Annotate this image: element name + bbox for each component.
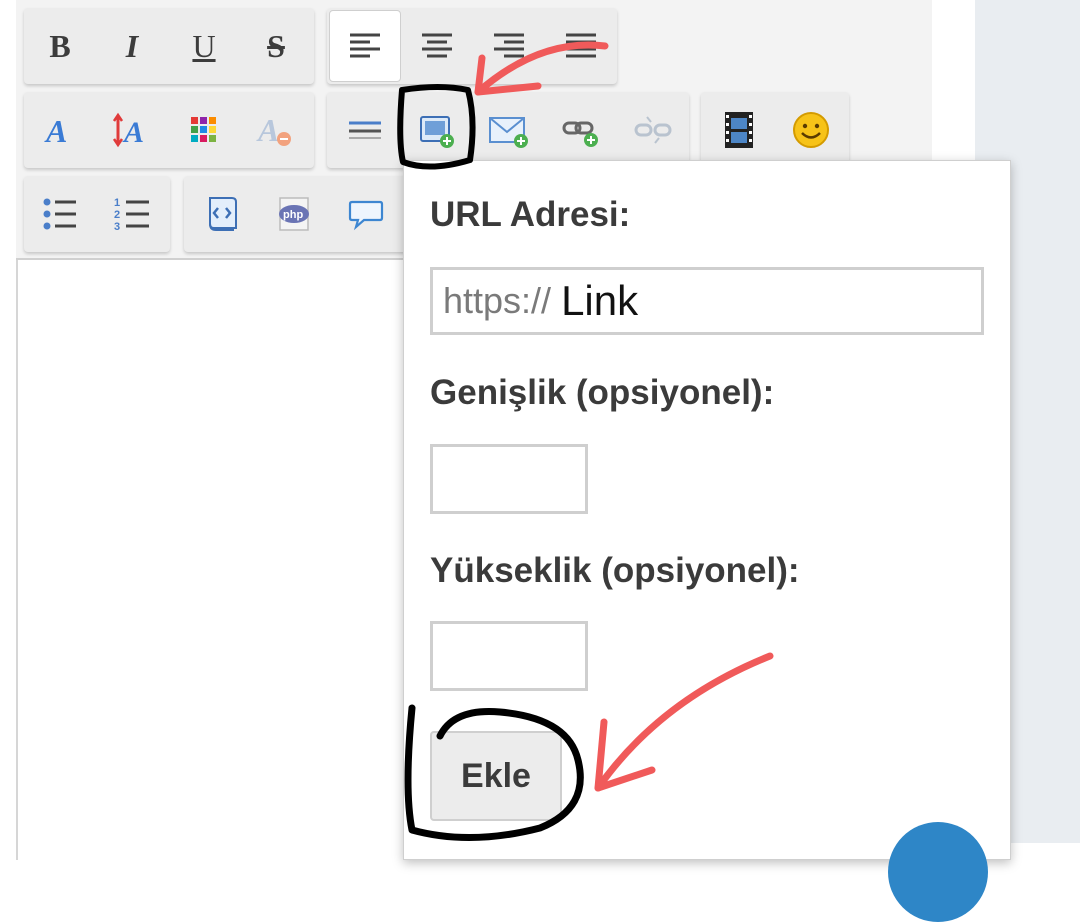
svg-text:1: 1 <box>114 197 120 209</box>
php-button[interactable]: php <box>258 178 330 250</box>
text-style-group: B I U S <box>24 8 314 84</box>
width-label: Genişlik (opsiyonel): <box>430 373 775 412</box>
svg-text:php: php <box>283 209 303 221</box>
numbered-list-icon: 123 <box>114 197 149 232</box>
insert-image-button[interactable] <box>401 94 473 166</box>
quote-icon <box>348 200 384 231</box>
italic-icon: I <box>125 27 139 64</box>
remove-format-icon: A <box>256 112 291 148</box>
alignment-group <box>327 8 617 84</box>
horizontal-rule-icon <box>349 121 381 139</box>
font-size-icon: A <box>112 112 144 148</box>
php-icon: php <box>279 197 309 231</box>
url-value: Link <box>561 277 639 324</box>
insert-link-icon <box>562 121 598 147</box>
horizontal-rule-button[interactable] <box>329 94 401 166</box>
insert-smiley-button[interactable] <box>775 94 847 166</box>
list-tools-group: 123 <box>24 176 170 252</box>
justify-icon <box>566 33 596 58</box>
font-color-button[interactable] <box>168 94 240 166</box>
svg-text:A: A <box>256 112 279 148</box>
svg-text:3: 3 <box>114 221 120 232</box>
italic-button[interactable]: I <box>96 10 168 82</box>
url-prefix: https:// <box>443 280 552 321</box>
svg-text:A: A <box>44 113 67 147</box>
insert-email-icon <box>489 117 528 148</box>
insert-email-button[interactable] <box>473 94 545 166</box>
bulleted-list-icon <box>43 198 76 230</box>
code-icon <box>209 197 237 231</box>
insert-image-dialog: URL Adresi: https:// Link Genişlik (opsi… <box>403 160 1011 860</box>
align-right-icon <box>494 33 524 58</box>
width-input[interactable] <box>430 444 588 514</box>
unlink-button[interactable] <box>617 94 689 166</box>
insert-tools-group <box>327 92 689 168</box>
bulleted-list-button[interactable] <box>24 178 96 250</box>
bold-icon: B <box>49 27 71 64</box>
align-left-icon <box>350 33 380 58</box>
height-input[interactable] <box>430 621 588 691</box>
justify-button[interactable] <box>545 10 617 82</box>
insert-video-icon <box>725 112 753 148</box>
svg-text:2: 2 <box>114 209 120 221</box>
insert-image-icon <box>420 116 454 148</box>
svg-text:A: A <box>122 116 144 148</box>
url-label: URL Adresi: <box>430 195 631 234</box>
align-center-icon <box>422 33 452 58</box>
color-palette-icon <box>191 117 216 142</box>
add-button[interactable]: Ekle <box>430 731 562 821</box>
underline-button[interactable]: U <box>168 10 240 82</box>
url-input[interactable]: https:// Link <box>430 267 984 335</box>
align-right-button[interactable] <box>473 10 545 82</box>
font-tools-group: A A A <box>24 92 314 168</box>
align-left-button[interactable] <box>329 10 401 82</box>
remove-format-button[interactable]: A <box>240 94 312 166</box>
height-label: Yükseklik (opsiyonel): <box>430 551 800 590</box>
quote-button[interactable] <box>330 178 402 250</box>
numbered-list-button[interactable]: 123 <box>96 178 168 250</box>
insert-link-button[interactable] <box>545 94 617 166</box>
insert-video-button[interactable] <box>703 94 775 166</box>
font-family-icon: A <box>44 113 67 147</box>
code-tools-group: php <box>184 176 414 252</box>
media-tools-group <box>701 92 849 168</box>
floating-action-button[interactable] <box>888 822 988 922</box>
insert-smiley-icon <box>793 112 829 148</box>
align-center-button[interactable] <box>401 10 473 82</box>
code-button[interactable] <box>186 178 258 250</box>
bold-button[interactable]: B <box>24 10 96 82</box>
strikethrough-button[interactable]: S <box>240 10 312 82</box>
underline-icon: U <box>192 27 216 64</box>
font-size-button[interactable]: A <box>96 94 168 166</box>
font-family-button[interactable]: A <box>24 94 96 166</box>
unlink-icon <box>634 116 672 144</box>
strikethrough-icon: S <box>267 27 285 64</box>
